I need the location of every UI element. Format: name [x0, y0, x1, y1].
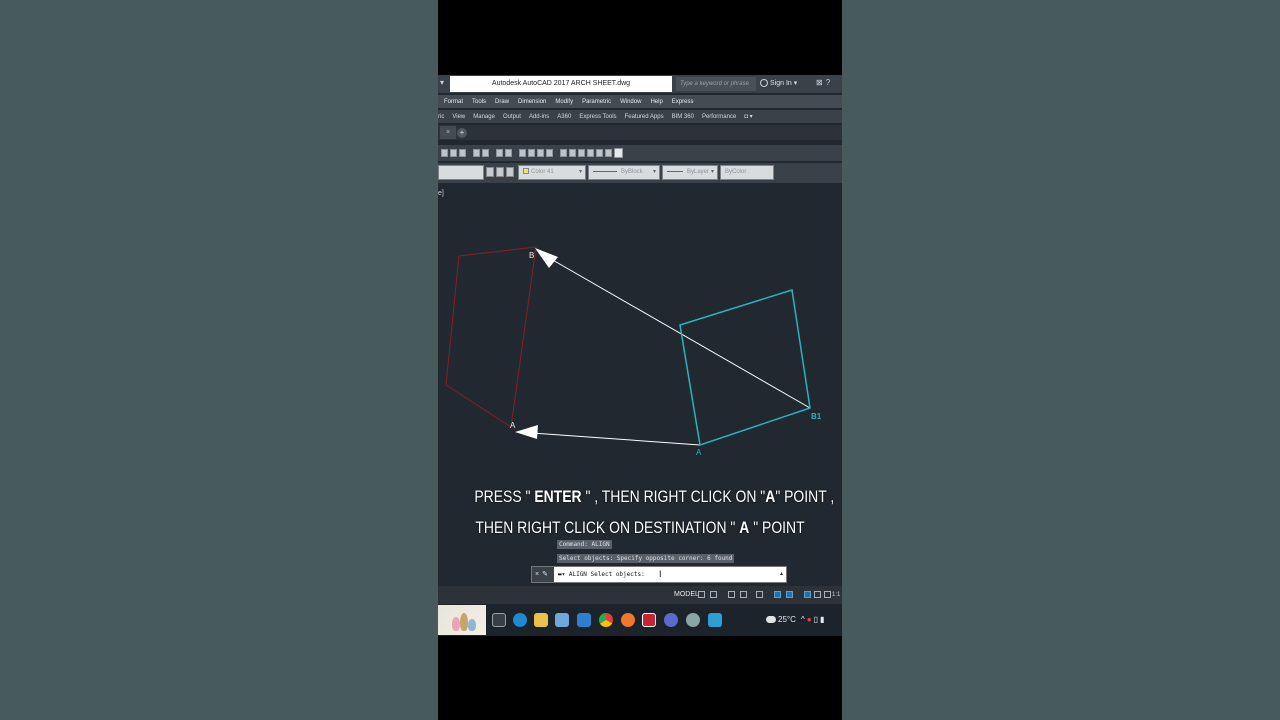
- figure-icon: [452, 617, 460, 631]
- instruction-line-2: THEN RIGHT CLICK ON DESTINATION " A " PO…: [475, 518, 805, 537]
- file-explorer-icon[interactable]: [534, 613, 548, 627]
- annotation-visibility-icon[interactable]: [814, 591, 821, 598]
- app-icon[interactable]: [686, 613, 700, 627]
- arrow-head-a: [515, 425, 538, 439]
- osnap-icon[interactable]: [756, 591, 763, 598]
- volume-icon[interactable]: ▮: [820, 615, 826, 624]
- autoscale-icon[interactable]: [824, 591, 831, 598]
- system-tray[interactable]: ^●▯▮: [801, 614, 826, 626]
- cloud-icon: [766, 616, 776, 624]
- point-label-b: B: [529, 251, 534, 260]
- wrench-icon[interactable]: ✎: [542, 571, 551, 578]
- annotation-scale[interactable]: 1:1: [832, 589, 840, 601]
- grid-icon[interactable]: [698, 591, 705, 598]
- instruction-line-1: PRESS " ENTER " , THEN RIGHT CLICK ON "A…: [474, 487, 835, 506]
- drawing-canvas[interactable]: B A A B1: [438, 75, 842, 635]
- desktop-thumbnail[interactable]: [438, 605, 486, 635]
- align-line-b: [543, 254, 811, 409]
- mail-icon[interactable]: [577, 613, 591, 627]
- store-icon[interactable]: [555, 613, 569, 627]
- align-line-a: [531, 432, 701, 446]
- command-prompt[interactable]: ▬▾ ALIGN Select objects:: [558, 567, 645, 582]
- command-line-controls[interactable]: ×✎: [532, 567, 554, 582]
- weather-widget[interactable]: 25°C: [766, 614, 796, 626]
- video-frame: ▾ Autodesk AutoCAD 2017 ARCH SHEET.dwg T…: [438, 0, 842, 720]
- ortho-icon[interactable]: [728, 591, 735, 598]
- task-view-icon[interactable]: [492, 613, 506, 627]
- point-label-b1: B1: [811, 412, 822, 421]
- polar-icon[interactable]: [740, 591, 747, 598]
- text-cursor-icon: I: [659, 569, 662, 579]
- firefox-icon[interactable]: [621, 613, 635, 627]
- app-icon[interactable]: [664, 613, 678, 627]
- chrome-icon[interactable]: [599, 613, 613, 627]
- command-expand-icon[interactable]: ▴: [780, 567, 783, 582]
- snap-icon[interactable]: [710, 591, 717, 598]
- edge-icon[interactable]: [513, 613, 527, 627]
- source-pentagon[interactable]: [445, 246, 537, 428]
- command-history-line-1: Command: ALIGN: [557, 540, 612, 549]
- otrack-icon[interactable]: [786, 591, 793, 598]
- download-icon[interactable]: [708, 613, 722, 627]
- model-space-button[interactable]: MODEL: [674, 589, 699, 601]
- annotation-icon[interactable]: [804, 591, 811, 598]
- command-line[interactable]: ×✎ ▬▾ ALIGN Select objects: I ▴: [531, 566, 787, 583]
- autocad-window: ▾ Autodesk AutoCAD 2017 ARCH SHEET.dwg T…: [438, 75, 842, 635]
- target-rectangle[interactable]: [679, 289, 811, 446]
- autocad-taskbar-icon[interactable]: [642, 613, 656, 627]
- isometric-icon[interactable]: [774, 591, 781, 598]
- command-history-line-2: Select objects: Specify opposite corner:…: [557, 554, 735, 563]
- command-recent-icon[interactable]: ▬▾: [558, 571, 565, 578]
- windows-taskbar: 25°C ^●▯▮: [438, 604, 842, 636]
- arrow-head-b: [535, 248, 558, 268]
- figure-icon: [460, 613, 468, 631]
- point-label-dest-a: A: [696, 448, 702, 457]
- figure-icon: [468, 619, 476, 631]
- status-bar: MODEL 1:1: [438, 586, 842, 604]
- record-icon[interactable]: ●: [807, 615, 814, 624]
- point-label-a: A: [510, 421, 516, 430]
